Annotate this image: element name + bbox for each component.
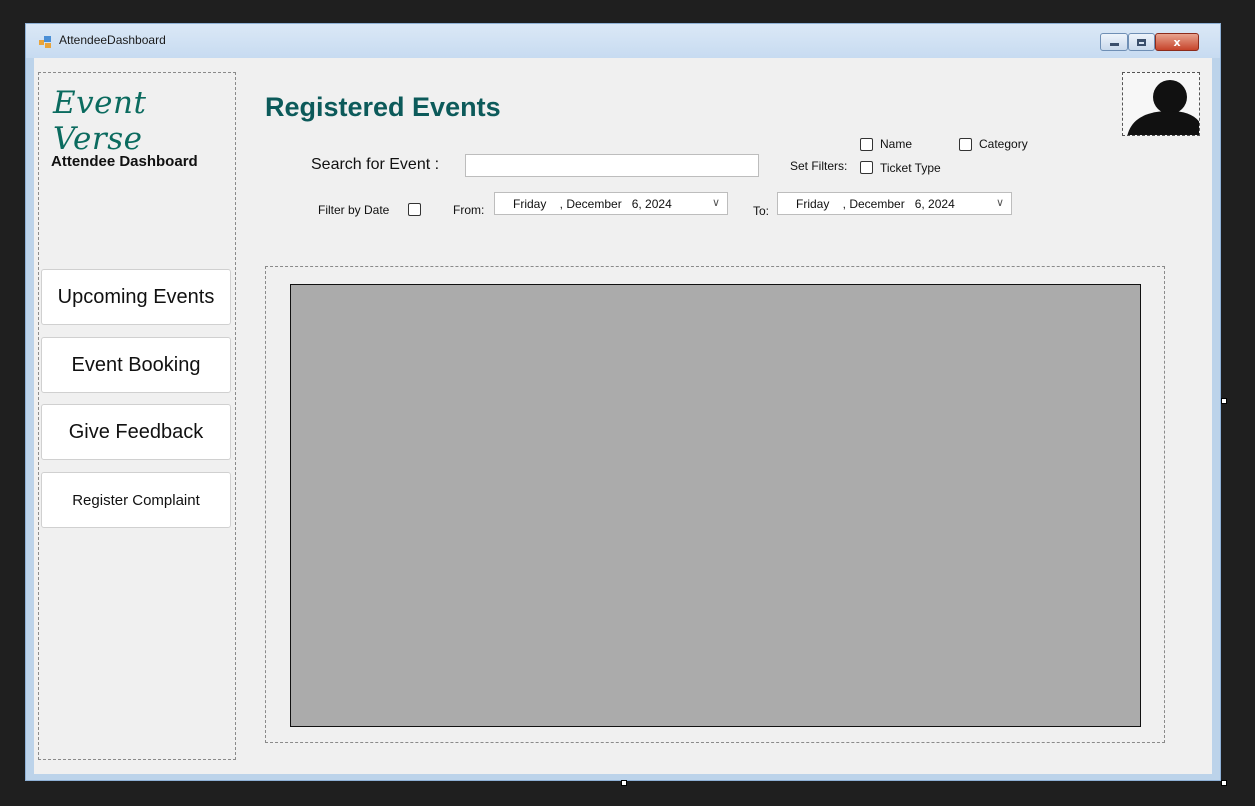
minimize-icon: [1109, 42, 1119, 46]
from-date-value: Friday , December 6, 2024: [513, 197, 672, 211]
page-title: Registered Events: [265, 92, 501, 122]
name-filter-label: Name: [880, 137, 913, 151]
form-client-area: Event Verse Attendee Dashboard Upcoming …: [34, 58, 1212, 774]
set-filters-label: Set Filters:: [790, 159, 848, 173]
chevron-down-icon: ∨: [995, 197, 1004, 209]
attendee-dashboard-window: AttendeeDashboard x Event Verse Attendee…: [25, 23, 1221, 781]
ticket-type-filter-label: Ticket Type: [880, 161, 941, 175]
to-label: To:: [753, 204, 770, 218]
close-button[interactable]: x: [1155, 33, 1199, 51]
to-date-picker[interactable]: Friday , December 6, 2024 ∨: [777, 192, 1012, 215]
event-booking-button[interactable]: Event Booking: [41, 337, 231, 393]
resize-handle-right[interactable]: [1221, 398, 1227, 404]
search-label: Search for Event :: [311, 156, 440, 173]
window-title: AttendeeDashboard: [59, 33, 166, 47]
category-filter-label: Category: [979, 137, 1028, 151]
name-filter-checkbox[interactable]: [860, 138, 873, 151]
give-feedback-button[interactable]: Give Feedback: [41, 404, 231, 460]
resize-handle-bottom[interactable]: [621, 780, 627, 786]
filter-by-date-checkbox[interactable]: [408, 203, 421, 216]
user-icon: [1127, 80, 1199, 135]
dashboard-subtitle: Attendee Dashboard: [51, 153, 198, 170]
upcoming-events-button[interactable]: Upcoming Events: [41, 269, 231, 325]
maximize-icon: [1137, 38, 1146, 46]
brand-logo-text: Event Verse: [53, 85, 147, 157]
category-filter-checkbox[interactable]: [959, 138, 972, 151]
from-date-picker[interactable]: Friday , December 6, 2024 ∨: [494, 192, 728, 215]
avatar[interactable]: [1122, 72, 1200, 136]
from-label: From:: [453, 203, 485, 217]
search-input[interactable]: [465, 154, 759, 177]
to-date-value: Friday , December 6, 2024: [796, 197, 955, 211]
ticket-type-filter-checkbox[interactable]: [860, 161, 873, 174]
sidebar-panel: Event Verse Attendee Dashboard Upcoming …: [38, 72, 236, 760]
registered-events-grid[interactable]: [290, 284, 1141, 727]
close-icon: x: [1173, 35, 1181, 49]
chevron-down-icon: ∨: [711, 197, 720, 209]
title-bar[interactable]: AttendeeDashboard x: [26, 24, 1220, 58]
maximize-button[interactable]: [1128, 33, 1155, 51]
minimize-button[interactable]: [1100, 33, 1128, 51]
filter-by-date-label: Filter by Date: [318, 203, 390, 217]
register-complaint-button[interactable]: Register Complaint: [41, 472, 231, 528]
app-icon: [39, 36, 51, 48]
resize-handle-corner[interactable]: [1221, 780, 1227, 786]
